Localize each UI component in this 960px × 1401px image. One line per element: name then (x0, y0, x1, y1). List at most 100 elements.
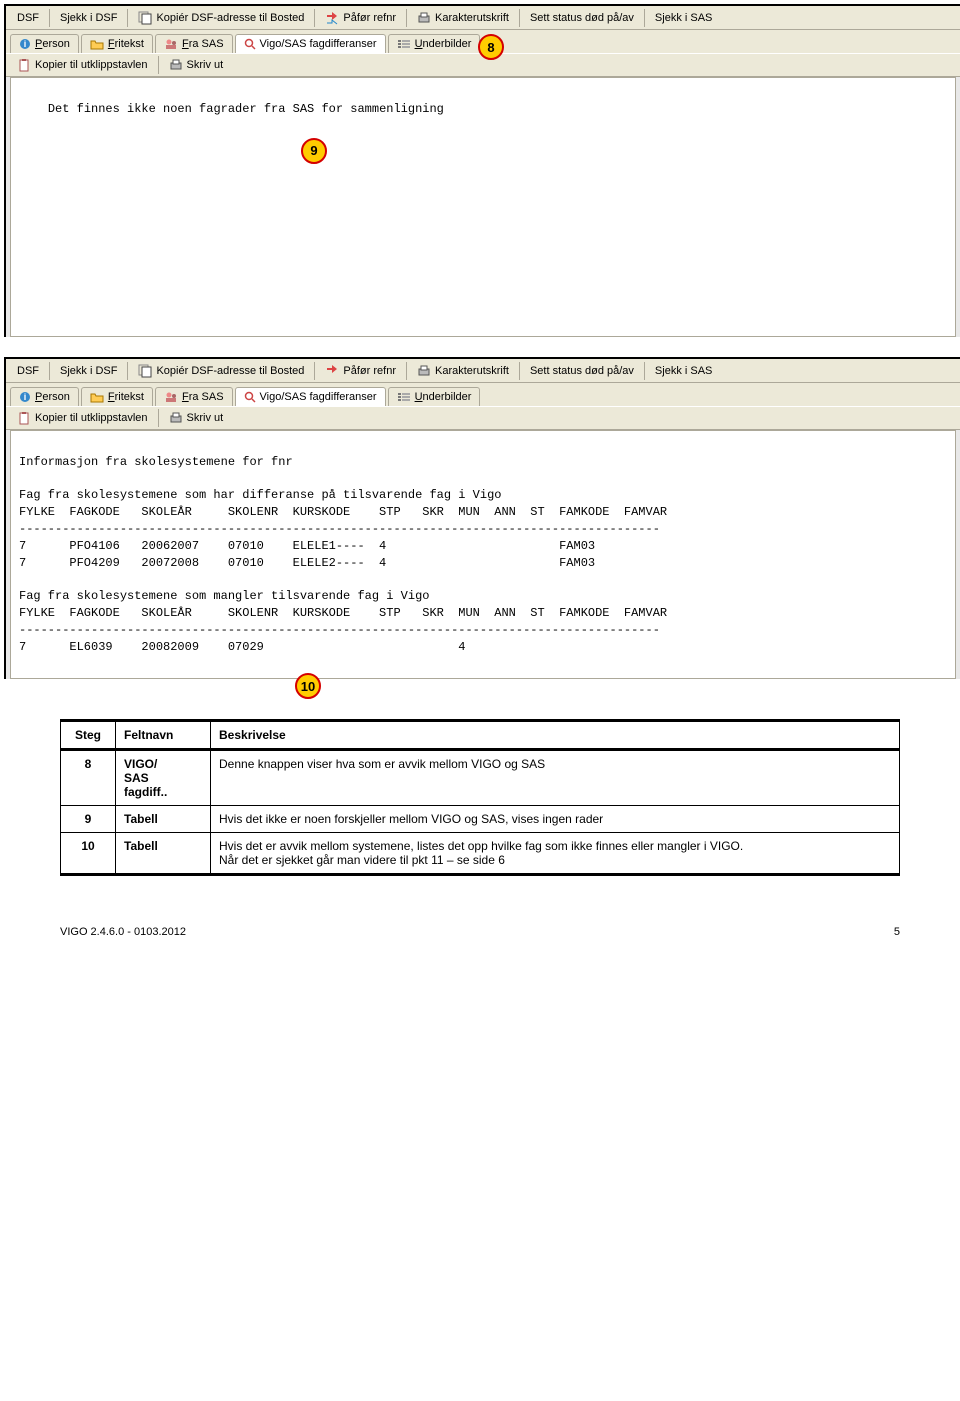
label: Skriv ut (187, 412, 224, 424)
separator (158, 56, 159, 74)
label: Fritekst (108, 391, 144, 403)
th-beskrivelse: Beskrivelse (211, 721, 900, 750)
tab-fra-sas[interactable]: Fra SAS (155, 34, 233, 53)
cell-besk: Hvis det ikke er noen forskjeller mellom… (211, 806, 900, 833)
status-dod-button[interactable]: Sett status død på/av (524, 363, 640, 379)
dsf-button[interactable]: DSF (11, 10, 45, 26)
label: Underbilder (415, 38, 472, 50)
table-row: 9 Tabell Hvis det ikke er noen forskjell… (61, 806, 900, 833)
tab-fritekst[interactable]: Fritekst (81, 34, 153, 53)
print-icon (169, 58, 183, 72)
content-text: Det finnes ikke noen fagrader fra SAS fo… (48, 102, 444, 116)
label: Kopiér DSF-adresse til Bosted (156, 12, 304, 24)
cell-felt: VIGO/ SAS fagdiff.. (116, 750, 211, 806)
cell-steg: 10 (61, 833, 116, 875)
separator (49, 9, 50, 27)
label: Vigo/SAS fagdifferanser (260, 38, 377, 50)
label: Kopiér DSF-adresse til Bosted (156, 365, 304, 377)
content-pane-2: Informasjon fra skolesystemene for fnr F… (10, 430, 956, 679)
arrows-icon (325, 11, 339, 25)
print-icon (417, 364, 431, 378)
kopier-dsf-button[interactable]: Kopiér DSF-adresse til Bosted (132, 9, 310, 27)
table-row: 8 VIGO/ SAS fagdiff.. Denne knappen vise… (61, 750, 900, 806)
label: Påfør refnr (343, 12, 396, 24)
cell-steg: 9 (61, 806, 116, 833)
separator (49, 362, 50, 380)
toolbar-top: DSF Sjekk i DSF Kopiér DSF-adresse til B… (6, 6, 960, 30)
skriv-ut-button[interactable]: Skriv ut (163, 409, 230, 427)
cell-besk: Denne knappen viser hva som er avvik mel… (211, 750, 900, 806)
separator (158, 409, 159, 427)
separator (314, 362, 315, 380)
callout-8: 8 (478, 34, 504, 60)
folder-icon (90, 38, 104, 50)
tab-fritekst[interactable]: Fritekst (81, 387, 153, 406)
callout-10: 10 (295, 673, 321, 699)
footer-page: 5 (894, 926, 900, 938)
separator (519, 9, 520, 27)
search-icon (244, 391, 256, 403)
separator (406, 362, 407, 380)
clipboard-icon (17, 58, 31, 72)
label: Person (35, 391, 70, 403)
sjekk-sas-button[interactable]: Sjekk i SAS (649, 363, 718, 379)
cell-felt: Tabell (116, 806, 211, 833)
tab-fra-sas[interactable]: Fra SAS (155, 387, 233, 406)
toolbar-top-2: DSF Sjekk i DSF Kopiér DSF-adresse til B… (6, 359, 960, 383)
label: Karakterutskrift (435, 365, 509, 377)
tab-underbilder[interactable]: Underbilder (388, 387, 481, 406)
karakter-button[interactable]: Karakterutskrift (411, 9, 515, 27)
karakter-button[interactable]: Karakterutskrift (411, 362, 515, 380)
sjekk-sas-button[interactable]: Sjekk i SAS (649, 10, 718, 26)
label: Fritekst (108, 38, 144, 50)
arrows-icon (325, 364, 339, 378)
footer-version: VIGO 2.4.6.0 - 0103.2012 (60, 926, 186, 938)
folder-icon (90, 391, 104, 403)
sjekk-dsf-button[interactable]: Sjekk i DSF (54, 10, 123, 26)
label: Underbilder (415, 391, 472, 403)
list-icon (397, 38, 411, 50)
separator (644, 362, 645, 380)
dsf-button[interactable]: DSF (11, 363, 45, 379)
th-feltnavn: Feltnavn (116, 721, 211, 750)
tab-person[interactable]: i Person (10, 34, 79, 53)
print-icon (417, 11, 431, 25)
content-text: Informasjon fra skolesystemene for fnr F… (19, 455, 667, 654)
print-icon (169, 411, 183, 425)
label: Kopier til utklippstavlen (35, 412, 148, 424)
search-icon (244, 38, 256, 50)
clipboard-icon (17, 411, 31, 425)
tab-fagdiff[interactable]: Vigo/SAS fagdifferanser (235, 387, 386, 406)
app-window-2: DSF Sjekk i DSF Kopiér DSF-adresse til B… (4, 357, 960, 679)
list-icon (397, 391, 411, 403)
status-dod-button[interactable]: Sett status død på/av (524, 10, 640, 26)
separator (406, 9, 407, 27)
kopier-utklipp-button[interactable]: Kopier til utklippstavlen (11, 56, 154, 74)
tab-underbilder[interactable]: Underbilder (388, 34, 481, 53)
callout-9: 9 (301, 138, 327, 164)
label: Karakterutskrift (435, 12, 509, 24)
content-pane-1: Det finnes ikke noen fagrader fra SAS fo… (10, 77, 956, 337)
copy-icon (138, 364, 152, 378)
th-steg: Steg (61, 721, 116, 750)
skriv-ut-button[interactable]: Skriv ut (163, 56, 230, 74)
separator (314, 9, 315, 27)
info-icon: i (19, 38, 31, 50)
pafor-refnr-button[interactable]: Påfør refnr (319, 9, 402, 27)
separator (127, 9, 128, 27)
tab-fagdiff[interactable]: Vigo/SAS fagdifferanser (235, 34, 386, 53)
tab-row-2: i Person Fritekst Fra SAS Vigo/SAS fagdi… (6, 383, 960, 406)
svg-text:i: i (24, 39, 27, 49)
cell-felt: Tabell (116, 833, 211, 875)
kopier-utklipp-button[interactable]: Kopier til utklippstavlen (11, 409, 154, 427)
sjekk-dsf-button[interactable]: Sjekk i DSF (54, 363, 123, 379)
tab-person[interactable]: i Person (10, 387, 79, 406)
label: Kopier til utklippstavlen (35, 59, 148, 71)
svg-text:i: i (24, 392, 27, 402)
people-icon (164, 38, 178, 50)
label: Skriv ut (187, 59, 224, 71)
cell-besk: Hvis det er avvik mellom systemene, list… (211, 833, 900, 875)
kopier-dsf-button[interactable]: Kopiér DSF-adresse til Bosted (132, 362, 310, 380)
pafor-refnr-button[interactable]: Påfør refnr (319, 362, 402, 380)
separator (127, 362, 128, 380)
